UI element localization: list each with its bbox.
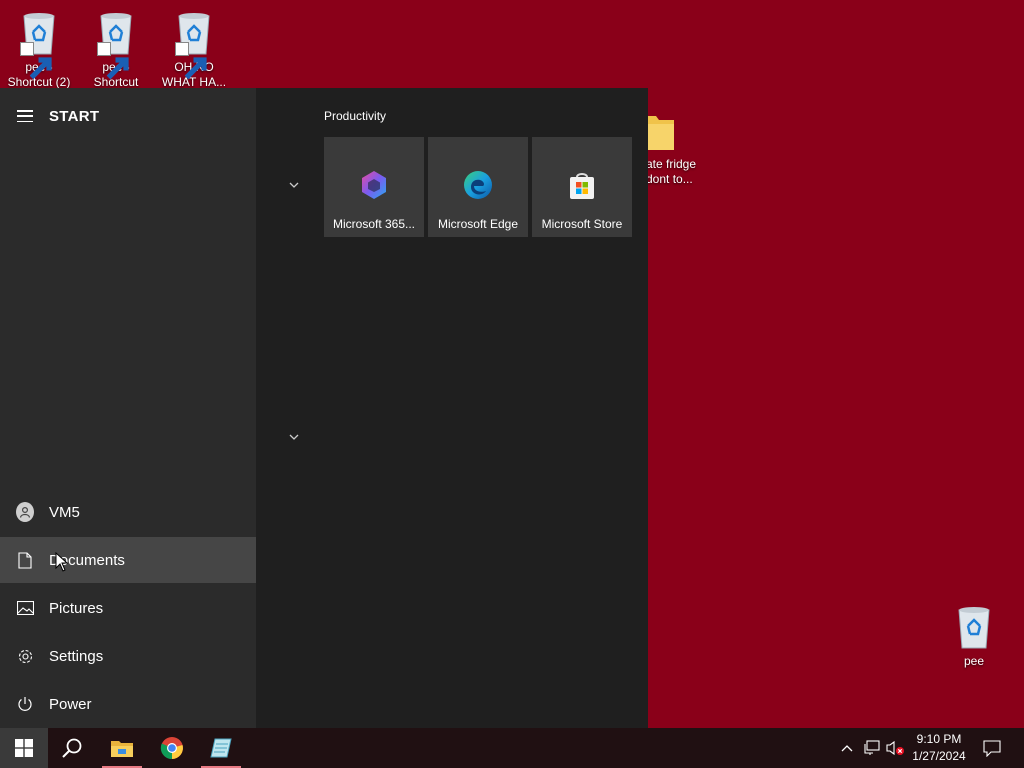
folder-label-line: dont to... — [646, 172, 693, 186]
chevron-down-icon[interactable] — [286, 177, 302, 193]
sidebar-item-label: Pictures — [49, 599, 104, 617]
search-button[interactable] — [48, 728, 96, 768]
notepad-app-icon — [210, 738, 232, 758]
network-icon — [864, 740, 880, 755]
desktop-icon-pee[interactable]: pee — [936, 602, 1012, 669]
recycle-bin-icon — [95, 8, 137, 80]
notification-icon — [983, 739, 1001, 757]
taskbar: 9:10 PM 1/27/2024 — [0, 728, 1024, 768]
shortcut-arrow-icon — [20, 42, 52, 80]
tile-microsoft-edge[interactable]: Microsoft Edge — [428, 137, 528, 237]
sidebar-item-user[interactable]: VM5 — [0, 489, 256, 535]
recycle-bin-icon — [18, 8, 60, 80]
recycle-bin-icon — [173, 8, 215, 80]
store-icon — [566, 169, 598, 201]
desktop-icon-pee-shortcut[interactable]: pee - Shortcut — [78, 8, 154, 90]
sidebar-item-documents[interactable]: Documents — [0, 537, 256, 583]
document-icon — [16, 551, 34, 569]
sidebar-item-power[interactable]: Power — [0, 681, 256, 727]
microsoft-365-icon — [358, 169, 390, 201]
start-menu-sidebar: START VM5 Documents Pictures Settings Po… — [0, 88, 256, 728]
desktop-icon-label: pee — [963, 654, 985, 668]
sidebar-item-label: Power — [49, 695, 92, 713]
file-explorer-icon — [111, 741, 133, 757]
clock-time: 9:10 PM — [916, 732, 962, 746]
volume-button[interactable] — [884, 728, 906, 768]
sidebar-item-settings[interactable]: Settings — [0, 633, 256, 679]
taskbar-file-explorer[interactable] — [98, 728, 146, 768]
tile-label: Microsoft Edge — [437, 217, 519, 231]
search-icon — [62, 738, 82, 758]
show-hidden-icons-button[interactable] — [838, 728, 856, 768]
sidebar-item-label: VM5 — [49, 503, 80, 521]
tile-microsoft-365[interactable]: Microsoft 365... — [324, 137, 424, 237]
start-button[interactable] — [0, 728, 48, 768]
windows-start-icon — [15, 739, 33, 757]
edge-icon — [462, 169, 494, 201]
shortcut-arrow-icon — [97, 42, 129, 80]
sidebar-item-pictures[interactable]: Pictures — [0, 585, 256, 631]
clock-date: 1/27/2024 — [912, 749, 966, 763]
tile-label: Microsoft 365... — [332, 217, 416, 231]
taskbar-notepad[interactable] — [197, 728, 245, 768]
pictures-icon — [16, 599, 34, 617]
recycle-bin-icon — [953, 602, 995, 650]
desktop-icon-oh-no[interactable]: OH NO WHAT HA... — [156, 8, 232, 90]
chevron-up-icon — [841, 745, 853, 752]
tile-label: Microsoft Store — [541, 217, 623, 231]
gear-icon — [16, 647, 34, 665]
chrome-icon — [160, 737, 183, 760]
sidebar-item-label: Settings — [49, 647, 104, 665]
tile-microsoft-store[interactable]: Microsoft Store — [532, 137, 632, 237]
volume-muted-icon — [886, 740, 904, 756]
start-menu-title: START — [49, 107, 100, 125]
start-menu-header[interactable]: START — [0, 104, 256, 128]
chevron-down-icon[interactable] — [286, 429, 302, 445]
shortcut-arrow-icon — [175, 42, 207, 80]
taskbar-chrome[interactable] — [148, 728, 196, 768]
mouse-cursor-icon — [55, 552, 69, 572]
tile-group-title[interactable]: Productivity — [324, 109, 386, 123]
desktop-icon-pee-shortcut-2[interactable]: pee - Shortcut (2) — [1, 8, 77, 90]
network-button[interactable] — [861, 728, 881, 768]
taskbar-clock[interactable]: 9:10 PM 1/27/2024 — [906, 731, 972, 765]
power-icon — [16, 695, 34, 713]
start-menu: START VM5 Documents Pictures Settings Po… — [0, 88, 648, 728]
folder-label: ate fridge dont to... — [646, 157, 726, 187]
hamburger-menu-icon[interactable] — [17, 110, 33, 122]
action-center-button[interactable] — [980, 728, 1004, 768]
folder-label-line: ate fridge — [646, 157, 697, 171]
user-icon — [16, 502, 34, 522]
